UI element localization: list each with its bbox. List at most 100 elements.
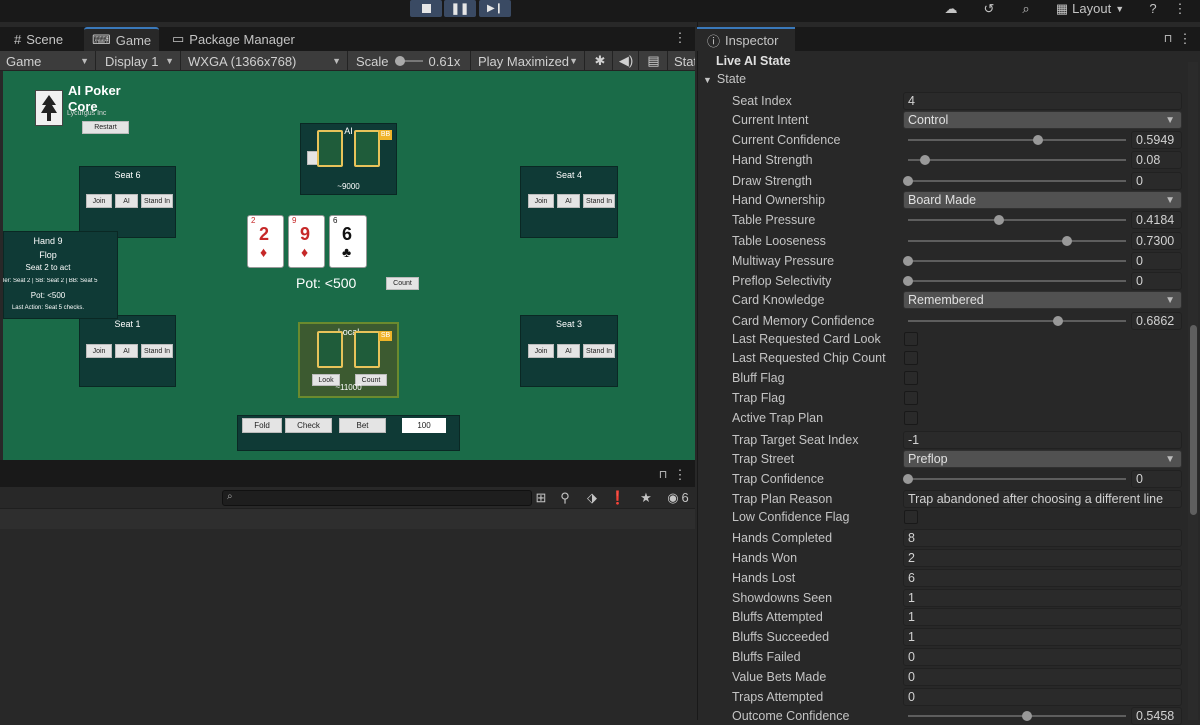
scale-slider[interactable]: Scale 0.61x: [350, 51, 471, 71]
seat-4-join-button[interactable]: Join: [528, 194, 554, 208]
current-confidence-slider-track[interactable]: [908, 139, 1126, 141]
card-memory-confidence-slider-knob[interactable]: [1052, 316, 1063, 326]
cloud-icon[interactable]: ☁: [940, 0, 962, 17]
state-foldout[interactable]: ▼ State: [703, 72, 746, 86]
last-req-chip-count-checkbox[interactable]: [904, 351, 918, 365]
seat-6-ai-button[interactable]: AI: [115, 194, 138, 208]
table-looseness-slider-track[interactable]: [908, 240, 1126, 242]
seat-index-field[interactable]: 4: [903, 92, 1182, 110]
hand-strength-value-field[interactable]: 0.08: [1131, 151, 1182, 169]
visibility-count[interactable]: ◉ 6: [664, 489, 692, 506]
last-req-card-look-checkbox[interactable]: [904, 332, 918, 346]
play-mode-dropdown[interactable]: Play Maximized ▼: [472, 51, 585, 71]
preflop-selectivity-slider-knob[interactable]: [903, 276, 913, 286]
star-icon[interactable]: ★: [637, 489, 655, 506]
bluffs-failed-field[interactable]: 0: [903, 648, 1182, 666]
trap-street-dropdown[interactable]: Preflop ▼: [903, 450, 1182, 468]
active-trap-plan-checkbox[interactable]: [904, 411, 918, 425]
seat-1-stand-button[interactable]: Stand In: [141, 344, 173, 358]
restart-button[interactable]: Restart: [82, 121, 129, 134]
trap-flag-checkbox[interactable]: [904, 391, 918, 405]
display-dropdown[interactable]: Display 1 ▼: [99, 51, 181, 71]
tab-inspector[interactable]: ⓘ Inspector: [697, 27, 795, 51]
more-icon[interactable]: ⋮: [672, 29, 688, 46]
lock-icon[interactable]: ⊓: [1160, 30, 1176, 47]
seat-1-ai-button[interactable]: AI: [115, 344, 138, 358]
stop-button[interactable]: [410, 0, 442, 17]
low-confidence-flag-checkbox[interactable]: [904, 510, 918, 524]
seat-4-stand-button[interactable]: Stand In: [583, 194, 615, 208]
inspector-scroll-thumb[interactable]: [1190, 325, 1197, 515]
table-pressure-slider-track[interactable]: [908, 219, 1126, 221]
seat-3-ai-button[interactable]: AI: [557, 344, 580, 358]
filter-icon[interactable]: ⊞: [532, 489, 550, 506]
pot-count-button[interactable]: Count: [386, 277, 419, 290]
warning-icon[interactable]: ❗: [609, 489, 627, 506]
outcome-confidence-value-field[interactable]: 0.5458: [1131, 707, 1182, 725]
more-icon[interactable]: ⋮: [1172, 0, 1188, 17]
resolution-dropdown[interactable]: WXGA (1366x768) ▼: [182, 51, 348, 71]
outcome-confidence-slider-track[interactable]: [908, 715, 1126, 717]
trap-plan-reason-field[interactable]: Trap abandoned after choosing a differen…: [903, 490, 1182, 508]
current-confidence-slider-knob[interactable]: [1032, 135, 1043, 145]
seat-6-join-button[interactable]: Join: [86, 194, 112, 208]
layout-dropdown[interactable]: ▦ Layout ▼: [1052, 0, 1128, 17]
hands-lost-field[interactable]: 6: [903, 569, 1182, 587]
table-pressure-value-field[interactable]: 0.4184: [1131, 211, 1182, 229]
tag-icon[interactable]: ⬗: [583, 489, 601, 506]
bluffs-succeeded-field[interactable]: 1: [903, 628, 1182, 646]
game-view-dropdown[interactable]: Game ▼: [0, 51, 96, 71]
preflop-selectivity-value-field[interactable]: 0: [1131, 272, 1182, 290]
multiway-pressure-slider-track[interactable]: [908, 260, 1126, 262]
hand-ownership-dropdown[interactable]: Board Made ▼: [903, 191, 1182, 209]
trap-confidence-slider-track[interactable]: [908, 478, 1126, 480]
showdowns-seen-field[interactable]: 1: [903, 589, 1182, 607]
bet-button[interactable]: Bet: [339, 418, 386, 433]
audio-icon[interactable]: ◀): [614, 51, 639, 71]
multiway-pressure-value-field[interactable]: 0: [1131, 252, 1182, 270]
seat-1-join-button[interactable]: Join: [86, 344, 112, 358]
bluffs-attempted-field[interactable]: 1: [903, 608, 1182, 626]
preflop-selectivity-slider-track[interactable]: [908, 280, 1126, 282]
seat-6-stand-button[interactable]: Stand In: [141, 194, 173, 208]
bet-amount-input[interactable]: 100: [402, 418, 446, 433]
value-bets-made-field[interactable]: 0: [903, 668, 1182, 686]
check-button[interactable]: Check: [285, 418, 332, 433]
bluff-flag-checkbox[interactable]: [904, 371, 918, 385]
tab-scene[interactable]: # Scene: [6, 27, 71, 51]
bug-icon[interactable]: ✱: [588, 51, 613, 71]
more-icon[interactable]: ⋮: [673, 466, 687, 483]
console-search-input[interactable]: ⌕: [222, 490, 532, 506]
card-memory-confidence-value-field[interactable]: 0.6862: [1131, 312, 1182, 330]
hands-completed-field[interactable]: 8: [903, 529, 1182, 547]
help-icon[interactable]: ?: [1144, 0, 1162, 17]
current-confidence-value-field[interactable]: 0.5949: [1131, 131, 1182, 149]
card-knowledge-dropdown[interactable]: Remembered ▼: [903, 291, 1182, 309]
draw-strength-slider-knob[interactable]: [903, 176, 913, 186]
search-icon[interactable]: ⌕: [1016, 0, 1036, 17]
hands-won-field[interactable]: 2: [903, 549, 1182, 567]
trap-target-seat-index-field[interactable]: -1: [903, 431, 1182, 449]
stats-button[interactable]: Stat: [668, 51, 695, 71]
trap-confidence-slider-knob[interactable]: [903, 474, 913, 484]
traps-attempted-field[interactable]: 0: [903, 688, 1182, 706]
tab-package-manager[interactable]: ▭ Package Manager: [164, 27, 303, 51]
tab-game[interactable]: ⌨ Game: [84, 27, 160, 51]
keyboard-icon[interactable]: ▤: [640, 51, 668, 71]
card-memory-confidence-slider-track[interactable]: [908, 320, 1126, 322]
hand-strength-slider-track[interactable]: [908, 159, 1126, 161]
draw-strength-slider-track[interactable]: [908, 180, 1126, 182]
seat-4-ai-button[interactable]: AI: [557, 194, 580, 208]
lock-icon[interactable]: ⊓: [655, 466, 671, 483]
trap-confidence-value-field[interactable]: 0: [1131, 470, 1182, 488]
step-button[interactable]: ▶❙: [479, 0, 511, 17]
pause-button[interactable]: ❚❚: [444, 0, 476, 17]
draw-strength-value-field[interactable]: 0: [1131, 172, 1182, 190]
table-looseness-value-field[interactable]: 0.7300: [1131, 232, 1182, 250]
seat-3-stand-button[interactable]: Stand In: [583, 344, 615, 358]
current-intent-dropdown[interactable]: Control ▼: [903, 111, 1182, 129]
more-icon[interactable]: ⋮: [1178, 30, 1192, 47]
seat-3-join-button[interactable]: Join: [528, 344, 554, 358]
multiway-pressure-slider-knob[interactable]: [903, 256, 913, 266]
hierarchy-icon[interactable]: ⚲: [556, 489, 574, 506]
